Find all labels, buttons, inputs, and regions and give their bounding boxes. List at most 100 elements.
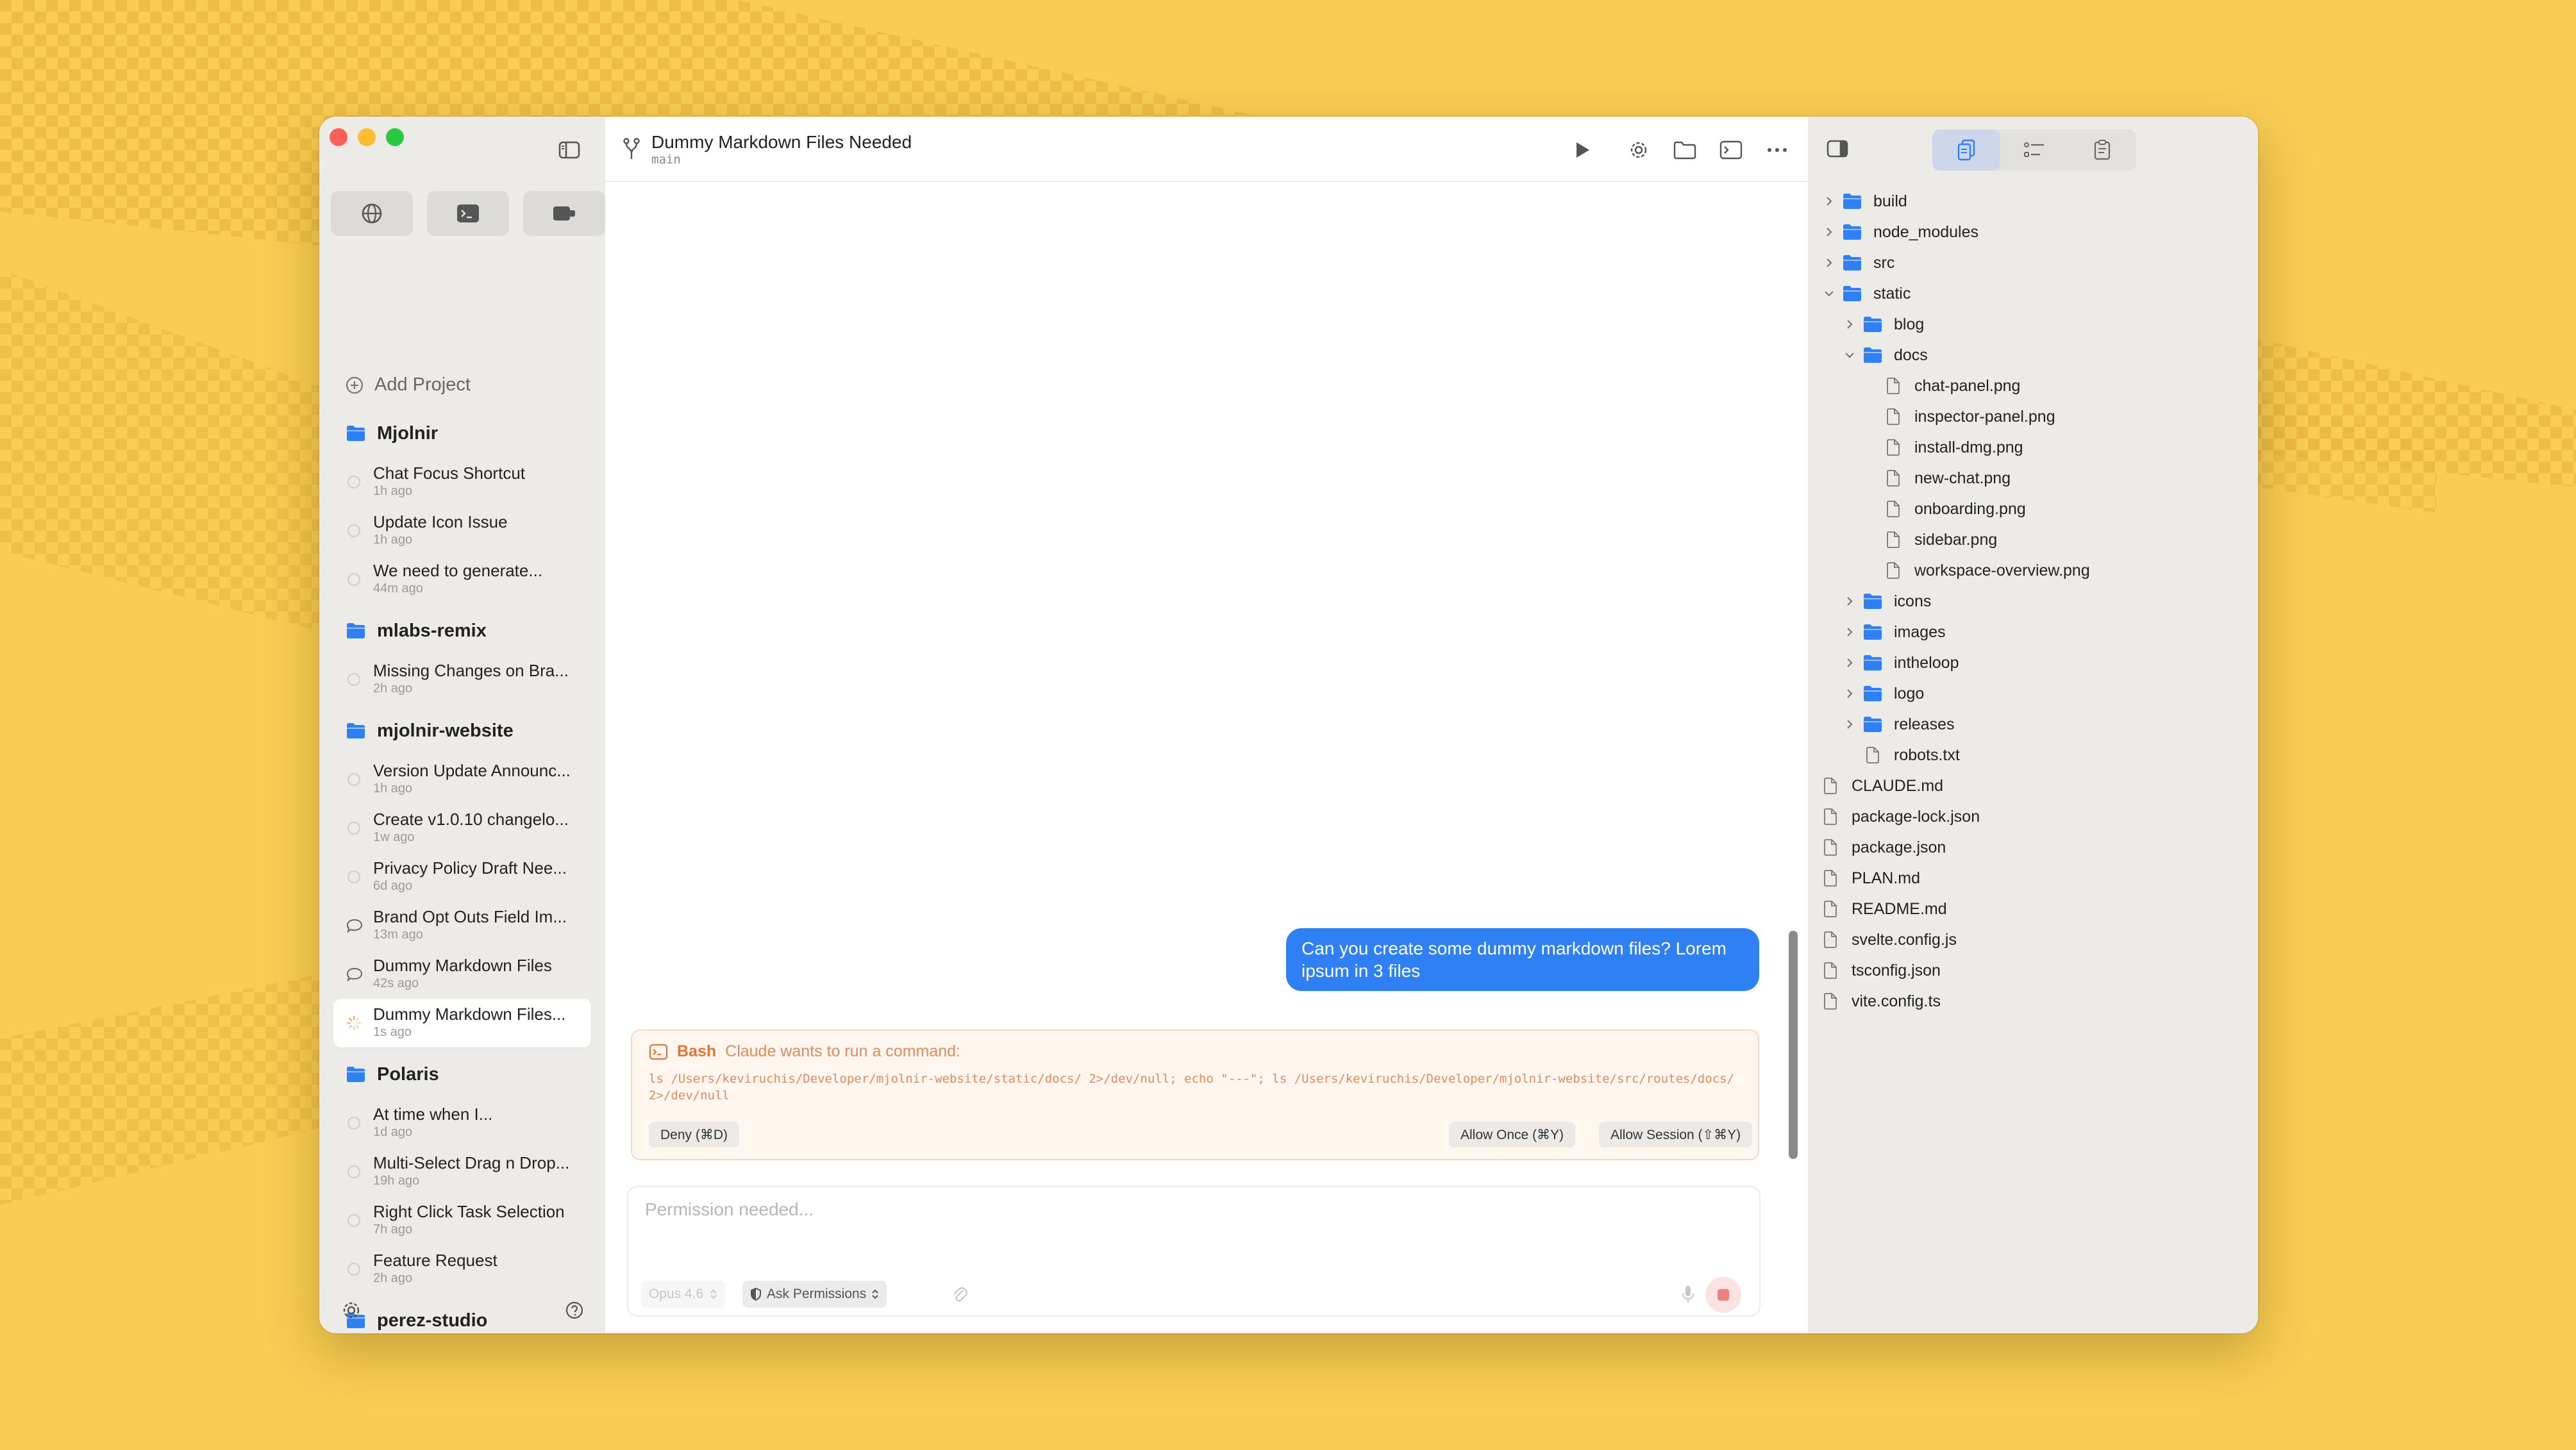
- task-title: Create v1.0.10 changelo...: [373, 810, 569, 829]
- sidebar-task-item[interactable]: Brand Opt Outs Field Im... 13m ago: [333, 901, 591, 950]
- tree-folder-row[interactable]: src: [1808, 247, 2258, 278]
- allow-session-button[interactable]: Allow Session (⇧⌘Y): [1599, 1122, 1753, 1147]
- permission-mode-selector[interactable]: Ask Permissions: [742, 1281, 887, 1308]
- sidebar-task-item[interactable]: Missing Changes on Bra... 2h ago: [333, 655, 591, 704]
- sidebar-task-item[interactable]: Dummy Markdown Files 42s ago: [333, 950, 591, 999]
- sidebar-task-item[interactable]: Feature Request 2h ago: [333, 1245, 591, 1294]
- chevron-right-icon[interactable]: [1843, 687, 1857, 701]
- tree-folder-row[interactable]: build: [1808, 186, 2258, 217]
- sidebar-project-mjolnir[interactable]: Mjolnir: [319, 409, 605, 458]
- paperclip-icon: [953, 1287, 967, 1302]
- git-branch-icon: [621, 136, 642, 162]
- settings-button[interactable]: [339, 1297, 364, 1323]
- chevron-right-icon[interactable]: [1822, 194, 1836, 208]
- tree-file-row[interactable]: CLAUDE.md: [1808, 771, 2258, 801]
- tab-notes[interactable]: [2068, 129, 2136, 171]
- tree-folder-row[interactable]: icons: [1808, 586, 2258, 617]
- sidebar-project-polaris[interactable]: Polaris: [319, 1050, 605, 1099]
- sidebar-task-item[interactable]: We need to generate... 44m ago: [333, 555, 591, 604]
- tree-folder-row[interactable]: releases: [1808, 709, 2258, 740]
- files-icon: [1957, 139, 1975, 161]
- help-button[interactable]: [562, 1297, 587, 1323]
- tree-file-row[interactable]: PLAN.md: [1808, 863, 2258, 894]
- sidebar-project-mjolnir-website[interactable]: mjolnir-website: [319, 706, 605, 755]
- tree-file-row[interactable]: tsconfig.json: [1808, 955, 2258, 986]
- file-icon: [1884, 408, 1903, 425]
- tab-files[interactable]: [1932, 129, 2000, 171]
- message-composer: Opus 4.6 Ask Permissions: [627, 1186, 1761, 1317]
- sidebar-task-item[interactable]: Create v1.0.10 changelo... 1w ago: [333, 804, 591, 853]
- sidebar-task-item[interactable]: At time when I... 1d ago: [333, 1099, 591, 1147]
- deny-button[interactable]: Deny (⌘D): [649, 1122, 740, 1147]
- chevron-right-icon[interactable]: [1843, 656, 1857, 670]
- tree-file-row[interactable]: chat-panel.png: [1808, 371, 2258, 401]
- message-input[interactable]: [644, 1199, 1736, 1221]
- more-options-button[interactable]: [1763, 136, 1791, 164]
- tree-folder-row[interactable]: docs: [1808, 340, 2258, 371]
- sidebar-task-item[interactable]: Chat Focus Shortcut 1h ago: [333, 458, 591, 506]
- tree-file-row[interactable]: inspector-panel.png: [1808, 401, 2258, 432]
- tree-folder-row[interactable]: node_modules: [1808, 217, 2258, 247]
- tree-file-row[interactable]: onboarding.png: [1808, 494, 2258, 524]
- tree-folder-row[interactable]: static: [1808, 278, 2258, 309]
- browser-tool-button[interactable]: [331, 191, 413, 236]
- tree-file-row[interactable]: workspace-overview.png: [1808, 555, 2258, 586]
- open-terminal-button[interactable]: [1717, 136, 1745, 164]
- tree-file-row[interactable]: new-chat.png: [1808, 463, 2258, 494]
- microphone-button[interactable]: [1677, 1283, 1699, 1305]
- chevron-down-icon[interactable]: [1843, 348, 1857, 362]
- chevron-right-icon[interactable]: [1843, 317, 1857, 331]
- inspector-toggle-icon[interactable]: [1825, 137, 1850, 160]
- tree-file-row[interactable]: install-dmg.png: [1808, 432, 2258, 463]
- tree-file-row[interactable]: README.md: [1808, 894, 2258, 924]
- tree-file-row[interactable]: sidebar.png: [1808, 524, 2258, 555]
- tree-folder-row[interactable]: logo: [1808, 678, 2258, 709]
- zoom-window-button[interactable]: [386, 128, 404, 146]
- task-title: Brand Opt Outs Field Im...: [373, 907, 567, 926]
- sidebar-task-item[interactable]: Version Update Announc... 1h ago: [333, 755, 591, 804]
- chevron-right-icon[interactable]: [1822, 256, 1836, 270]
- tree-file-row[interactable]: robots.txt: [1808, 740, 2258, 771]
- allow-once-button[interactable]: Allow Once (⌘Y): [1449, 1122, 1576, 1147]
- tree-file-row[interactable]: package.json: [1808, 832, 2258, 863]
- terminal-tool-button[interactable]: [427, 191, 509, 236]
- stop-generation-button[interactable]: [1705, 1277, 1741, 1313]
- tab-tasks[interactable]: [2000, 129, 2068, 171]
- chevron-right-icon[interactable]: [1822, 225, 1836, 239]
- chevron-down-icon[interactable]: [1822, 287, 1836, 301]
- tree-folder-row[interactable]: intheloop: [1808, 647, 2258, 678]
- tree-file-row[interactable]: svelte.config.js: [1808, 924, 2258, 955]
- sidebar-task-item[interactable]: Multi-Select Drag n Drop... 19h ago: [333, 1147, 591, 1196]
- attach-button[interactable]: [949, 1283, 971, 1305]
- chevron-right-icon[interactable]: [1843, 594, 1857, 608]
- sidebar-task-item[interactable]: Privacy Policy Draft Nee... 6d ago: [333, 853, 591, 901]
- folder-icon: [1863, 716, 1882, 733]
- run-button[interactable]: [1568, 136, 1596, 164]
- tree-folder-row[interactable]: blog: [1808, 309, 2258, 340]
- tree-file-row[interactable]: vite.config.ts: [1808, 986, 2258, 1017]
- task-title: Missing Changes on Bra...: [373, 661, 569, 680]
- sidebar-task-item[interactable]: Right Click Task Selection 7h ago: [333, 1196, 591, 1245]
- status-idle-icon: [346, 1213, 362, 1228]
- folder-icon: [1843, 254, 1862, 271]
- model-selector[interactable]: Opus 4.6: [641, 1281, 726, 1308]
- chevron-right-icon[interactable]: [1843, 717, 1857, 731]
- tree-item-name: PLAN.md: [1852, 869, 1920, 887]
- minimize-window-button[interactable]: [358, 128, 376, 146]
- tree-item-name: icons: [1894, 592, 1932, 610]
- sidebar-project-mlabs-remix[interactable]: mlabs-remix: [319, 606, 605, 655]
- sidebar-task-item[interactable]: Update Icon Issue 1h ago: [333, 506, 591, 555]
- open-folder-button[interactable]: [1671, 136, 1699, 164]
- chat-scrollbar[interactable]: [1789, 931, 1798, 1159]
- sidebar-task-item[interactable]: Dummy Markdown Files... 1s ago: [333, 999, 591, 1047]
- close-window-button[interactable]: [330, 128, 347, 146]
- tree-item-name: blog: [1894, 315, 1925, 333]
- chat-settings-button[interactable]: [1625, 136, 1653, 164]
- chevron-right-icon[interactable]: [1843, 625, 1857, 639]
- tree-file-row[interactable]: package-lock.json: [1808, 801, 2258, 832]
- plugins-tool-button[interactable]: [523, 191, 605, 236]
- tree-folder-row[interactable]: images: [1808, 617, 2258, 647]
- tree-item-name: sidebar.png: [1914, 530, 1998, 549]
- add-project-button[interactable]: Add Project: [345, 374, 471, 396]
- sidebar-toggle-icon[interactable]: [556, 138, 582, 162]
